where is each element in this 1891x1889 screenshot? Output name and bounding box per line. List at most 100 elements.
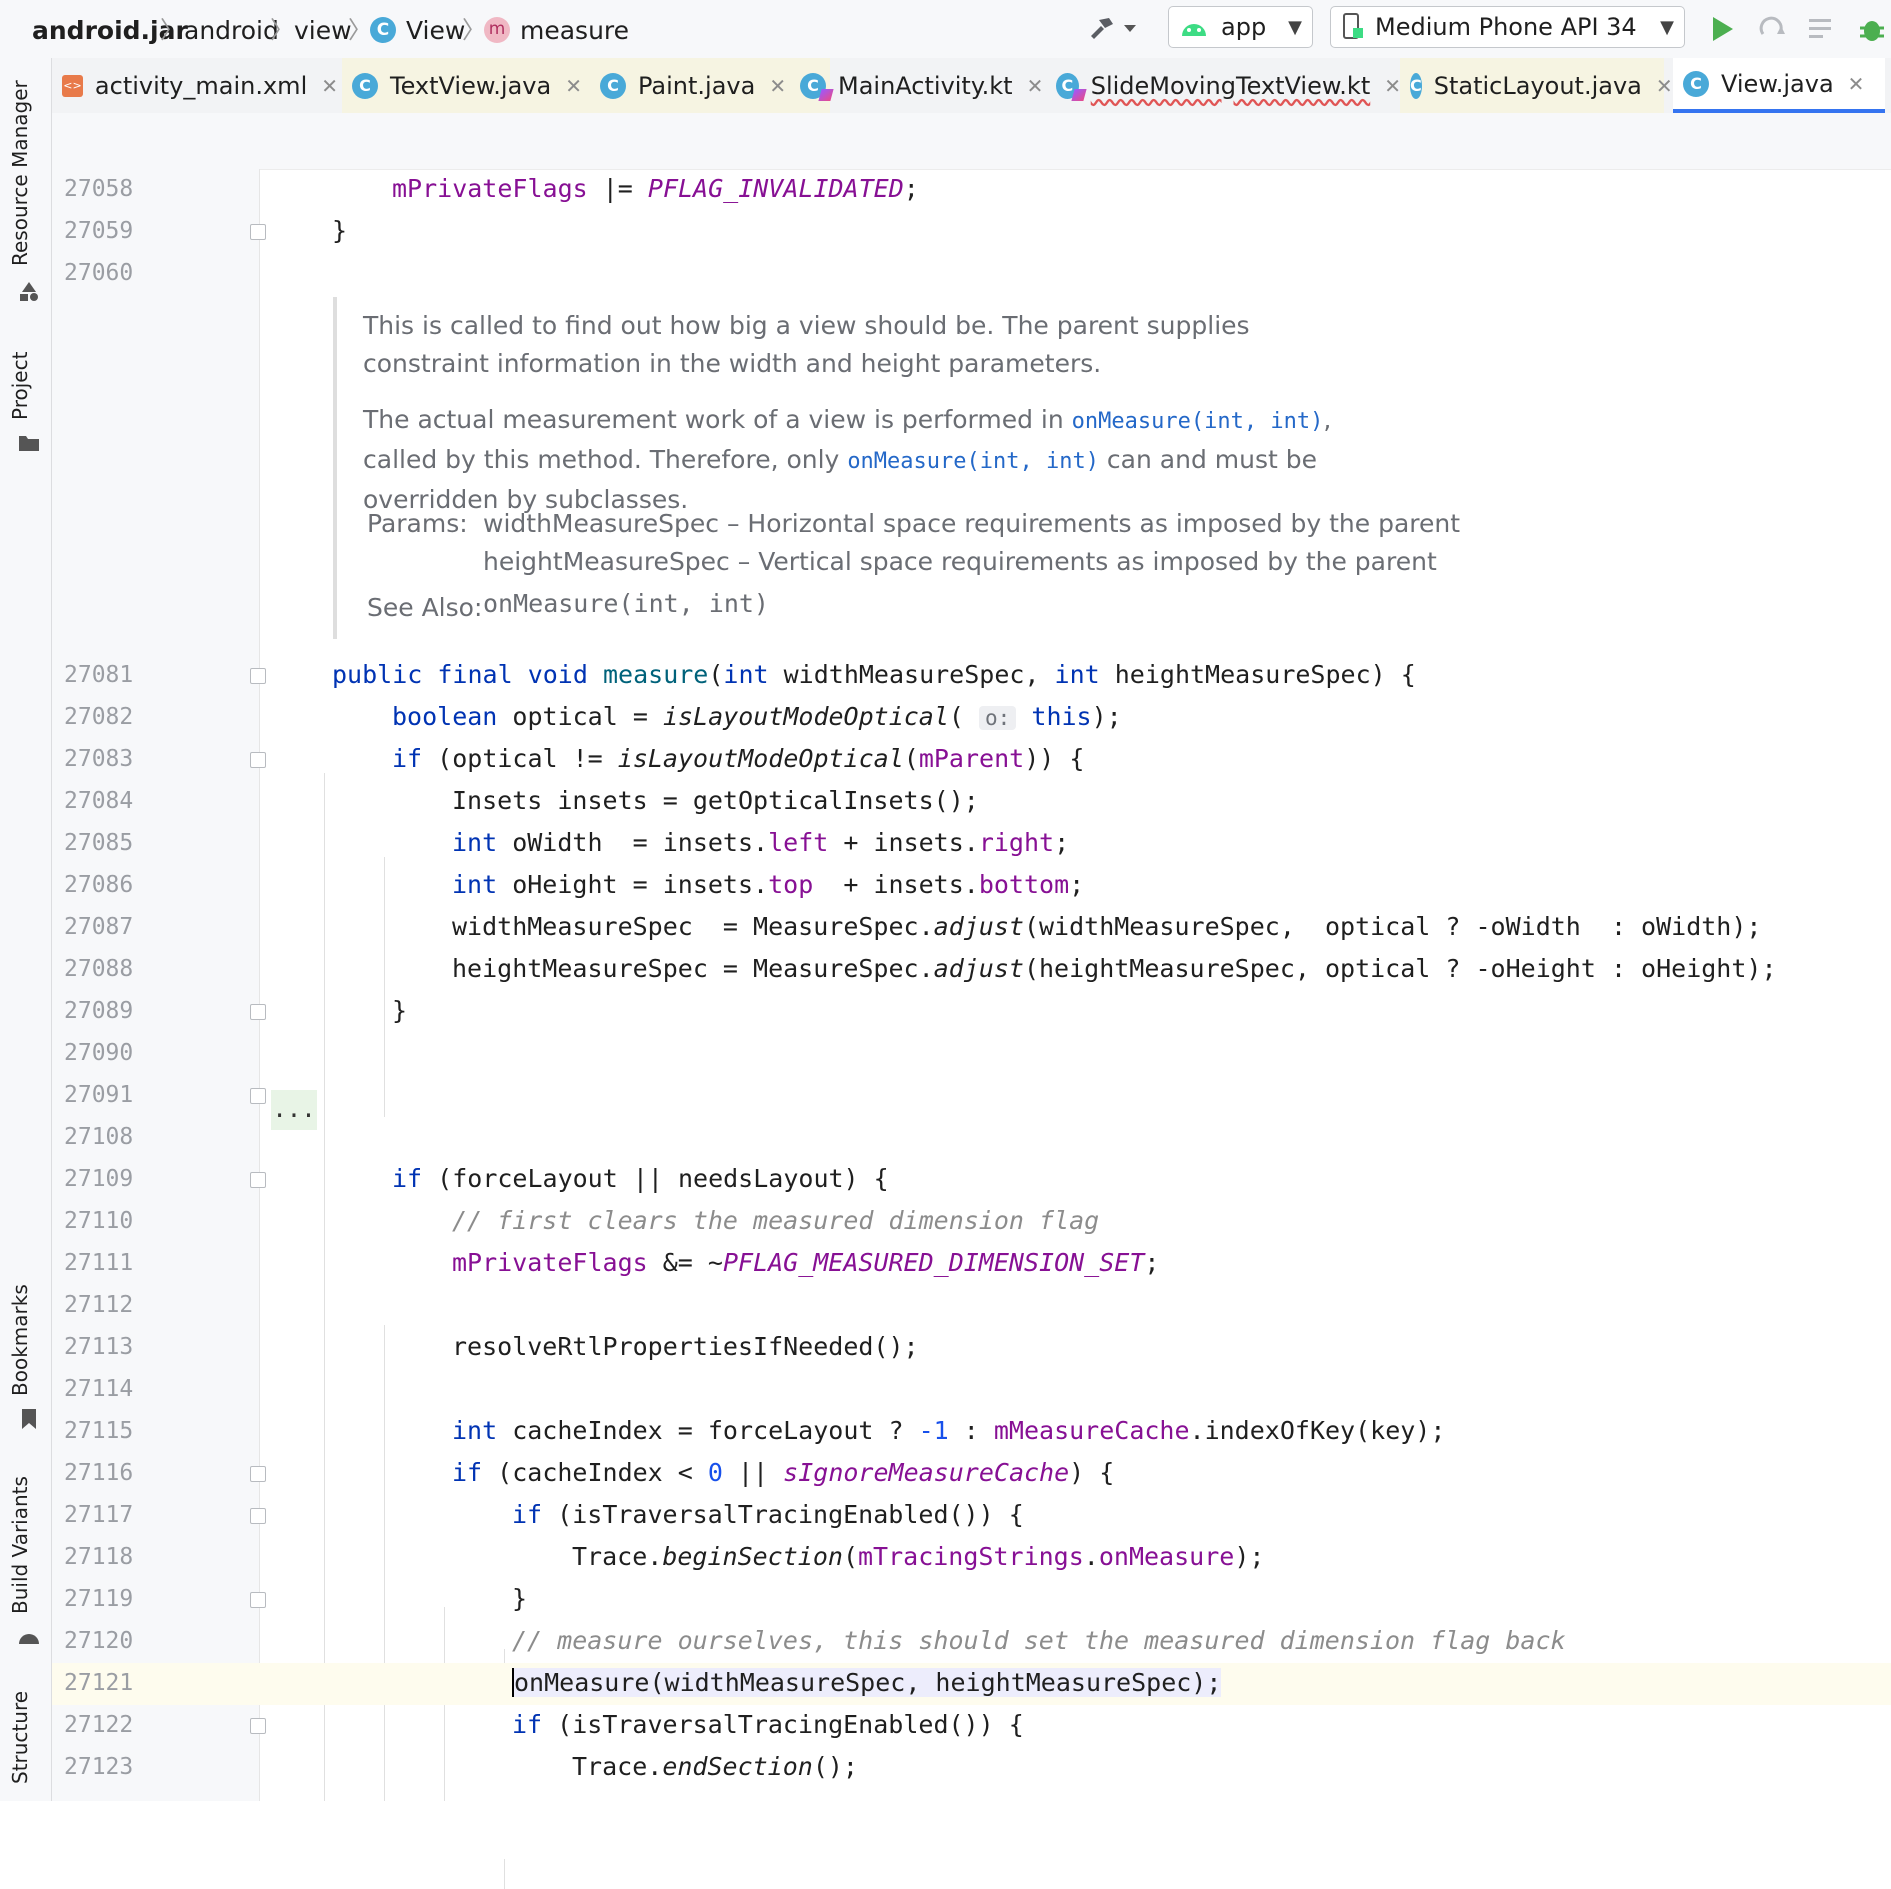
- build-variants-tool-button[interactable]: Build Variants: [8, 1476, 32, 1614]
- code-line[interactable]: 27109 if (forceLayout || needsLayout) {: [52, 1159, 1891, 1201]
- structure-tool-button[interactable]: Structure: [8, 1691, 32, 1784]
- code-editor[interactable]: 27058 mPrivateFlags |= PFLAG_INVALIDATED…: [52, 113, 1891, 1889]
- code-line[interactable]: 27119 }: [52, 1579, 1891, 1621]
- resource-manager-tool-button[interactable]: Resource Manager: [8, 80, 32, 266]
- class-icon: C: [1683, 70, 1709, 97]
- close-icon[interactable]: ✕: [1027, 74, 1044, 98]
- main-toolbar: android.jar 〉 android 〉 view 〉 C View 〉 m…: [0, 0, 1891, 59]
- tab-mainactivity-kt[interactable]: C MainActivity.kt ✕: [790, 58, 1060, 113]
- rendered-javadoc[interactable]: This is called to find out how big a vie…: [333, 297, 1460, 639]
- doc-see-also-link[interactable]: onMeasure(int, int): [483, 589, 769, 618]
- code-line[interactable]: 27087 widthMeasureSpec = MeasureSpec.adj…: [52, 907, 1891, 949]
- current-code-line[interactable]: 27121 onMeasure(widthMeasureSpec, height…: [52, 1663, 1891, 1705]
- doc-param-height: heightMeasureSpec – Vertical space requi…: [483, 547, 1437, 576]
- fold-start-icon[interactable]: [250, 1172, 266, 1188]
- code-line[interactable]: 27112: [52, 1285, 1891, 1327]
- code-line[interactable]: 27090: [52, 1033, 1891, 1075]
- device-selector[interactable]: Medium Phone API 34 ▼: [1330, 6, 1685, 48]
- tab-staticlayout-java[interactable]: C StaticLayout.java ✕: [1400, 58, 1673, 113]
- line-number: 27115: [64, 1418, 134, 1444]
- code-line[interactable]: 27060: [52, 253, 1891, 295]
- doc-link-onmeasure[interactable]: onMeasure(int, int): [847, 449, 1099, 474]
- fold-end-icon[interactable]: [250, 1004, 266, 1020]
- apply-changes-icon[interactable]: [1755, 12, 1789, 46]
- fold-end-icon[interactable]: [250, 1592, 266, 1608]
- breadcrumb-android[interactable]: android: [184, 10, 279, 50]
- code-line[interactable]: 27116 if (cacheIndex < 0 || sIgnoreMeasu…: [52, 1453, 1891, 1495]
- code-line[interactable]: 27084 Insets insets = getOpticalInsets()…: [52, 781, 1891, 823]
- code-line[interactable]: 27086 int oHeight = insets.top + insets.…: [52, 865, 1891, 907]
- code-line[interactable]: 27118 Trace.beginSection(mTracingStrings…: [52, 1537, 1891, 1579]
- close-icon[interactable]: ✕: [565, 74, 582, 98]
- tab-view-java[interactable]: C View.java ✕: [1673, 58, 1885, 113]
- close-icon[interactable]: ✕: [1656, 74, 1673, 98]
- debug-bug-icon[interactable]: [1855, 12, 1889, 46]
- doc-params-label: Params:: [367, 509, 468, 538]
- list-settings-icon[interactable]: [1805, 12, 1839, 46]
- doc-link-onmeasure[interactable]: onMeasure(int, int): [1072, 409, 1324, 434]
- breadcrumb-view-package[interactable]: view: [294, 10, 352, 50]
- close-icon[interactable]: ✕: [1384, 74, 1401, 98]
- code-line[interactable]: 27059 }: [52, 211, 1891, 253]
- fold-start-icon[interactable]: [250, 1508, 266, 1524]
- fold-start-icon[interactable]: [250, 1718, 266, 1734]
- resource-manager-icon[interactable]: [18, 280, 40, 302]
- code-line[interactable]: 27091: [52, 1075, 1891, 1117]
- code-line[interactable]: 27082 boolean optical = isLayoutModeOpti…: [52, 697, 1891, 739]
- code-line[interactable]: 27122 if (isTraversalTracingEnabled()) {: [52, 1705, 1891, 1747]
- fold-start-icon[interactable]: [250, 668, 266, 684]
- fold-start-icon[interactable]: [250, 1466, 266, 1482]
- code-line[interactable]: 27115 int cacheIndex = forceLayout ? -1 …: [52, 1411, 1891, 1453]
- code-line[interactable]: 27089 }: [52, 991, 1891, 1033]
- project-tool-button[interactable]: Project: [8, 352, 32, 420]
- code-line[interactable]: 27114: [52, 1369, 1891, 1411]
- android-icon[interactable]: [18, 1626, 40, 1648]
- fold-end-icon[interactable]: [250, 224, 266, 240]
- line-number: 27088: [64, 956, 134, 982]
- code-line[interactable]: 27085 int oWidth = insets.left + insets.…: [52, 823, 1891, 865]
- code-line[interactable]: 27081 public final void measure(int widt…: [52, 655, 1891, 697]
- breadcrumb-view-class[interactable]: C View: [370, 10, 465, 50]
- code-line[interactable]: 27108: [52, 1117, 1891, 1159]
- tab-textview-java[interactable]: C TextView.java ✕: [342, 58, 626, 113]
- code-line[interactable]: 27123 Trace.endSection();: [52, 1747, 1891, 1789]
- class-icon: C: [352, 72, 378, 99]
- code-line[interactable]: 27111 mPrivateFlags &= ~PFLAG_MEASURED_D…: [52, 1243, 1891, 1285]
- bookmarks-tool-button[interactable]: Bookmarks: [8, 1284, 32, 1396]
- close-icon[interactable]: ✕: [769, 74, 786, 98]
- tab-activity-main-xml[interactable]: <> activity_main.xml ✕: [52, 58, 338, 113]
- class-icon: C: [1410, 72, 1422, 99]
- chevron-down-icon[interactable]: [1120, 12, 1140, 46]
- run-icon[interactable]: [1705, 12, 1739, 46]
- fold-expand-icon[interactable]: [250, 1088, 266, 1104]
- fold-start-icon[interactable]: [250, 752, 266, 768]
- breadcrumb-measure-method[interactable]: m measure: [484, 10, 629, 50]
- close-icon[interactable]: ✕: [1848, 72, 1865, 96]
- class-icon: C: [600, 72, 626, 99]
- code-line[interactable]: 27110 // first clears the measured dimen…: [52, 1201, 1891, 1243]
- close-icon[interactable]: ✕: [321, 74, 338, 98]
- bookmark-icon[interactable]: [18, 1408, 40, 1430]
- line-number: 27117: [64, 1502, 134, 1528]
- line-number: 27082: [64, 704, 134, 730]
- code-line[interactable]: 27117 if (isTraversalTracingEnabled()) {: [52, 1495, 1891, 1537]
- breadcrumb-separator: 〉: [270, 16, 294, 44]
- line-number: 27089: [64, 998, 134, 1024]
- line-number: 27087: [64, 914, 134, 940]
- build-hammer-icon[interactable]: [1085, 12, 1119, 46]
- code-line[interactable]: 27088 heightMeasureSpec = MeasureSpec.ad…: [52, 949, 1891, 991]
- code-line[interactable]: 27120 // measure ourselves, this should …: [52, 1621, 1891, 1663]
- line-number: 27086: [64, 872, 134, 898]
- android-icon: [1182, 24, 1206, 36]
- tab-slidemovingtextview-kt[interactable]: C SlideMovingTextView.kt ✕: [1046, 58, 1401, 113]
- breadcrumb-separator: 〉: [160, 16, 184, 44]
- line-number: 27091: [64, 1082, 134, 1108]
- code-line[interactable]: 27083 if (optical != isLayoutModeOptical…: [52, 739, 1891, 781]
- line-number: 27109: [64, 1166, 134, 1192]
- doc-summary: This is called to find out how big a vie…: [363, 311, 1250, 378]
- chevron-down-icon: ▼: [1660, 16, 1674, 38]
- folder-icon[interactable]: [18, 432, 40, 454]
- run-config-selector[interactable]: app ▼: [1168, 6, 1313, 48]
- code-line[interactable]: 27058 mPrivateFlags |= PFLAG_INVALIDATED…: [52, 169, 1891, 211]
- code-line[interactable]: 27113 resolveRtlPropertiesIfNeeded();: [52, 1327, 1891, 1369]
